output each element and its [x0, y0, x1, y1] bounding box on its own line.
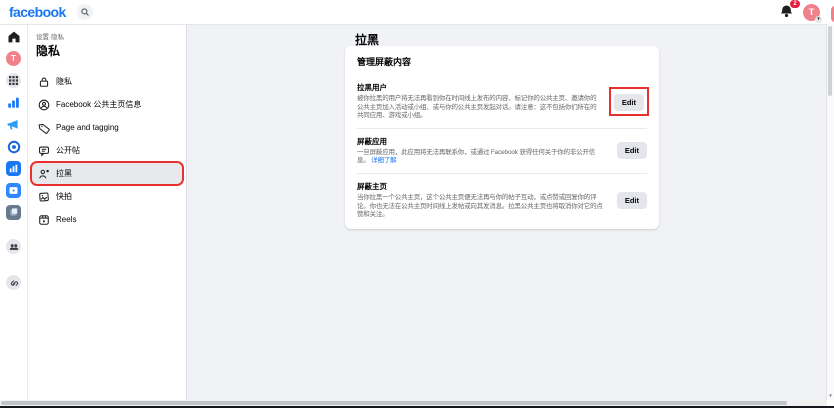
sidebar-item-label: 快拍 — [56, 191, 72, 202]
sidebar-item-reels[interactable]: Reels — [32, 209, 182, 230]
sidebar-item-page-info[interactable]: Facebook 公共主页信息 — [32, 94, 182, 115]
reels-icon — [37, 213, 50, 226]
scroll-down-arrow-icon[interactable]: ▾ — [827, 393, 834, 399]
topbar-right: 2 T ▾ — [779, 4, 820, 21]
setting-row-block-pages: 屏蔽主页 当你拉黑一个公共主页，这个公共主页便无法再与你的帖子互动，或点赞或回复… — [357, 173, 647, 227]
row-title: 屏蔽应用 — [357, 136, 607, 147]
home-icon[interactable] — [6, 29, 21, 44]
pages-app-icon[interactable] — [6, 205, 21, 220]
settings-menu: 隐私 Facebook 公共主页信息 Page and tagging 公开帖 — [28, 71, 186, 230]
sidebar-item-stories[interactable]: 快拍 — [32, 186, 182, 207]
sidebar-item-privacy[interactable]: 隐私 — [32, 71, 182, 92]
topbar: facebook 2 T ▾ — [0, 0, 834, 25]
sidebar-item-label: Reels — [56, 215, 76, 224]
vertical-scrollbar-thumb[interactable] — [828, 26, 832, 96]
horizontal-scrollbar-thumb[interactable] — [1, 401, 787, 405]
profile-avatar-icon[interactable]: T — [6, 51, 21, 66]
speech-bubble-icon — [37, 144, 50, 157]
learn-more-link[interactable]: 详细了解 — [371, 157, 396, 164]
row-title: 拉黑用户 — [357, 82, 601, 93]
sidebar-item-label: 公开帖 — [56, 145, 80, 156]
tag-icon — [37, 121, 50, 134]
setting-row-block-users: 拉黑用户 被你拉黑的用户将无法再看到你在时间线上发布的内容、标记你的公共主页、邀… — [357, 75, 647, 128]
megaphone-icon[interactable] — [6, 117, 21, 132]
setting-row-block-apps: 屏蔽应用 一旦屏蔽应用，此应用将无法再联系你，或通过 Facebook 获得任何… — [357, 128, 647, 173]
edit-block-pages-button[interactable]: Edit — [617, 192, 647, 209]
app-rail: T — [0, 24, 28, 400]
menu-grid-icon[interactable] — [6, 73, 21, 88]
business-app-icon[interactable] — [6, 161, 21, 176]
facebook-settings-window: facebook 2 T ▾ T — [0, 0, 834, 408]
row-description: 一旦屏蔽应用，此应用将无法再联系你，或通过 Facebook 获得任何关于你的非… — [357, 149, 607, 166]
row-description-text: 当你拉黑一个公共主页，这个公共主页便无法再与你的帖子互动，或点赞或回复你的评论。… — [357, 194, 603, 218]
main-content: 拉黑 管理屏蔽内容 拉黑用户 被你拉黑的用户将无法再看到你在时间线上发布的内容、… — [187, 24, 827, 400]
blocking-settings-card: 管理屏蔽内容 拉黑用户 被你拉黑的用户将无法再看到你在时间线上发布的内容、标记你… — [345, 46, 659, 229]
sidebar-title: 隐私 — [36, 42, 186, 59]
row-description-text: 被你拉黑的用户将无法再看到你在时间线上发布的内容、标记你的公共主页、邀请你的公共… — [357, 95, 596, 119]
vertical-scrollbar[interactable]: ▾ — [826, 24, 834, 400]
sidebar-item-public-posts[interactable]: 公开帖 — [32, 140, 182, 161]
avatar-initial: T — [809, 7, 815, 17]
groups-icon[interactable] — [6, 239, 21, 254]
row-text: 拉黑用户 被你拉黑的用户将无法再看到你在时间线上发布的内容、标记你的公共主页、邀… — [357, 82, 601, 121]
insights-chart-icon[interactable] — [6, 95, 21, 110]
sidebar-item-blocking[interactable]: 拉黑 — [32, 163, 182, 184]
person-circle-icon — [37, 98, 50, 111]
edit-annotation-box: Edit — [611, 89, 647, 114]
notifications-button[interactable]: 2 — [779, 4, 795, 20]
search-button[interactable] — [77, 4, 93, 20]
row-title: 屏蔽主页 — [357, 181, 607, 192]
row-text: 屏蔽主页 当你拉黑一个公共主页，这个公共主页便无法再与你的帖子互动，或点赞或回复… — [357, 181, 607, 220]
row-text: 屏蔽应用 一旦屏蔽应用，此应用将无法再联系你，或通过 Facebook 获得任何… — [357, 136, 607, 166]
sidebar-item-label: Page and tagging — [56, 123, 119, 132]
account-chevron-icon: ▾ — [815, 16, 822, 23]
compass-icon[interactable] — [6, 139, 21, 154]
sidebar-item-page-and-tagging[interactable]: Page and tagging — [32, 117, 182, 138]
link-icon[interactable] — [6, 275, 21, 290]
photo-icon — [37, 190, 50, 203]
sidebar-item-label: 拉黑 — [56, 168, 72, 179]
search-icon — [80, 7, 90, 17]
notifications-badge: 2 — [790, 0, 800, 8]
card-header: 管理屏蔽内容 — [345, 46, 659, 75]
video-app-icon[interactable] — [6, 183, 21, 198]
edit-block-apps-button[interactable]: Edit — [617, 142, 647, 159]
breadcrumb: 设置·隐私 — [36, 31, 186, 41]
row-description: 当你拉黑一个公共主页，这个公共主页便无法再与你的帖子互动，或点赞或回复你的评论。… — [357, 194, 607, 220]
sidebar-item-label: Facebook 公共主页信息 — [56, 99, 141, 110]
row-description: 被你拉黑的用户将无法再看到你在时间线上发布的内容、标记你的公共主页、邀请你的公共… — [357, 95, 601, 121]
settings-sidebar: 设置·隐私 隐私 隐私 Facebook 公共主页信息 Page and tag… — [28, 24, 187, 400]
lock-icon — [37, 75, 50, 88]
sidebar-item-label: 隐私 — [56, 76, 72, 87]
facebook-logo[interactable]: facebook — [9, 0, 66, 24]
person-block-icon — [37, 167, 50, 180]
account-menu-button[interactable]: T ▾ — [803, 4, 820, 21]
edit-block-users-button[interactable]: Edit — [614, 94, 644, 111]
